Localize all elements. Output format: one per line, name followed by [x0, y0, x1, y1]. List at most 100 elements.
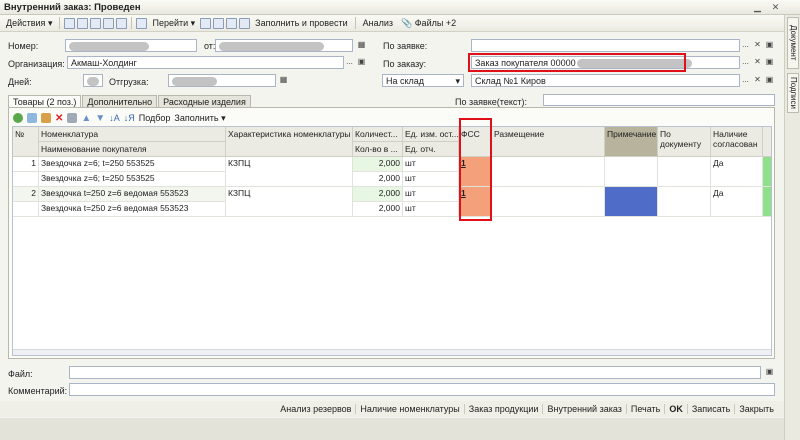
- delete-icon[interactable]: ✕: [55, 113, 63, 124]
- minimize-icon[interactable]: ▁: [752, 2, 763, 13]
- reserve-analysis-button[interactable]: Анализ резервов: [276, 404, 355, 414]
- row2-unit-rep[interactable]: шт: [403, 202, 459, 217]
- production-order-button[interactable]: Заказ продукции: [463, 404, 543, 414]
- analysis-button[interactable]: Анализ: [360, 18, 396, 28]
- select-icon[interactable]: ...: [740, 75, 751, 86]
- select-icon[interactable]: ...: [740, 57, 751, 68]
- row1-unit[interactable]: шт: [403, 157, 459, 172]
- end-edit-icon[interactable]: [67, 113, 78, 123]
- tree-icon[interactable]: [213, 17, 225, 29]
- shipment-field[interactable]: [168, 74, 276, 87]
- shipment-calendar-icon[interactable]: ▦: [278, 75, 289, 86]
- goods-panel: ✕ ▲ ▼ ↓A ↓Я Подбор Заполнить ▾ № Номенкл…: [8, 107, 775, 359]
- add-icon[interactable]: [13, 113, 23, 123]
- col-agreed-header[interactable]: Наличие согласован: [711, 127, 763, 157]
- by-request-text-field[interactable]: [543, 94, 775, 106]
- unpost-icon[interactable]: [103, 17, 115, 29]
- row2-by-doc[interactable]: [658, 187, 711, 217]
- copy-row-icon[interactable]: [27, 113, 37, 123]
- file-field[interactable]: [69, 366, 761, 379]
- ok-button[interactable]: OK: [664, 404, 687, 414]
- open-icon[interactable]: ▣: [764, 40, 775, 51]
- col-note-header[interactable]: Примечание: [605, 127, 658, 157]
- goto-menu[interactable]: Перейти ▾: [149, 18, 198, 29]
- movements-icon[interactable]: [200, 17, 212, 29]
- internal-order-button[interactable]: Внутренний заказ: [542, 404, 625, 414]
- org-field[interactable]: Акмаш-Холдинг: [67, 56, 344, 69]
- select-icon[interactable]: ...: [740, 40, 751, 51]
- number-field[interactable]: [65, 39, 197, 52]
- row1-qty-places[interactable]: 2,000: [353, 172, 403, 187]
- open-file-icon[interactable]: ▣: [764, 367, 775, 378]
- row2-qty[interactable]: 2,000: [353, 187, 403, 202]
- date-field[interactable]: [215, 39, 353, 52]
- side-tab-document[interactable]: Документ: [787, 17, 799, 69]
- horizontal-scrollbar[interactable]: [13, 349, 771, 355]
- refresh-icon[interactable]: [116, 17, 128, 29]
- open-icon[interactable]: ▣: [356, 57, 367, 68]
- row2-placement[interactable]: [492, 187, 605, 217]
- row1-item[interactable]: Звездочка z=6; t=250 553525: [39, 157, 226, 172]
- move-up-icon[interactable]: ▲: [81, 113, 91, 124]
- save-icon[interactable]: [77, 17, 89, 29]
- files-button[interactable]: 📎 Файлы +2: [398, 18, 459, 29]
- days-field[interactable]: [83, 74, 103, 87]
- side-tab-signatures[interactable]: Подписи: [787, 73, 799, 113]
- row1-agreed[interactable]: Да: [711, 157, 763, 187]
- close-icon[interactable]: ✕: [770, 2, 781, 13]
- row2-qty-places[interactable]: 2,000: [353, 202, 403, 217]
- close-button[interactable]: Закрыть: [734, 404, 778, 414]
- col-buyer-name-header[interactable]: Наименование покупателя: [39, 142, 226, 157]
- select-icon[interactable]: ...: [344, 57, 355, 68]
- calendar-icon[interactable]: ▦: [356, 40, 367, 51]
- clear-icon[interactable]: ✕: [752, 40, 763, 51]
- row1-placement[interactable]: [492, 157, 605, 187]
- actions-menu[interactable]: Действия ▾: [3, 18, 55, 29]
- print-button[interactable]: Печать: [625, 404, 664, 414]
- col-unit-store-header[interactable]: Ед. изм. ост...: [403, 127, 459, 142]
- clear-icon[interactable]: ✕: [752, 57, 763, 68]
- col-by-doc-header[interactable]: По документу: [658, 127, 711, 157]
- col-n-header[interactable]: №: [13, 127, 39, 157]
- row1-qty[interactable]: 2,000: [353, 157, 403, 172]
- pick-button[interactable]: Подбор: [139, 113, 171, 123]
- edit-icon[interactable]: [41, 113, 51, 123]
- help-icon[interactable]: [226, 17, 238, 29]
- save-button[interactable]: Записать: [686, 404, 734, 414]
- item-availability-button[interactable]: Наличие номенклатуры: [355, 404, 463, 414]
- row2-item[interactable]: Звездочка t=250 z=6 ведомая 553523: [39, 187, 226, 202]
- fill-post-icon[interactable]: [239, 17, 251, 29]
- open-icon[interactable]: ▣: [764, 75, 775, 86]
- col-unit-rep-header[interactable]: Ед. отч.: [403, 142, 459, 157]
- sort-asc-icon[interactable]: ↓A: [109, 113, 120, 123]
- row1-unit-rep[interactable]: шт: [403, 172, 459, 187]
- row2-note[interactable]: [605, 187, 658, 217]
- comment-field[interactable]: [69, 383, 775, 396]
- sort-desc-icon[interactable]: ↓Я: [124, 113, 135, 123]
- open-icon[interactable]: ▣: [764, 57, 775, 68]
- row2-agreed[interactable]: Да: [711, 187, 763, 217]
- move-down-icon[interactable]: ▼: [95, 113, 105, 124]
- warehouse-field[interactable]: Склад №1 Киров: [471, 74, 740, 87]
- copy-icon[interactable]: [64, 17, 76, 29]
- by-request-field[interactable]: [471, 39, 740, 52]
- col-qty-header[interactable]: Количест...: [353, 127, 403, 142]
- col-char-header[interactable]: Характеристика номенклатуры: [226, 127, 353, 157]
- row1-char[interactable]: КЗПЦ: [226, 157, 353, 187]
- row2-buyer-name[interactable]: Звездочка t=250 z=6 ведомая 553523: [39, 202, 226, 217]
- col-extra-header[interactable]: [763, 127, 771, 157]
- row1-by-doc[interactable]: [658, 157, 711, 187]
- fill-menu[interactable]: Заполнить ▾: [174, 113, 225, 124]
- structure-icon[interactable]: [136, 17, 148, 29]
- warehouse-mode-select[interactable]: На склад ▾: [382, 74, 464, 87]
- col-placement-header[interactable]: Размещение: [492, 127, 605, 157]
- row1-buyer-name[interactable]: Звездочка z=6; t=250 553525: [39, 172, 226, 187]
- clear-icon[interactable]: ✕: [752, 75, 763, 86]
- post-icon[interactable]: [90, 17, 102, 29]
- col-qty-places-header[interactable]: Кол-во в ...: [353, 142, 403, 157]
- row2-unit[interactable]: шт: [403, 187, 459, 202]
- row1-note[interactable]: [605, 157, 658, 187]
- row2-char[interactable]: КЗПЦ: [226, 187, 353, 217]
- fill-and-post-button[interactable]: Заполнить и провести: [252, 18, 350, 28]
- col-item-header[interactable]: Номенклатура: [39, 127, 226, 142]
